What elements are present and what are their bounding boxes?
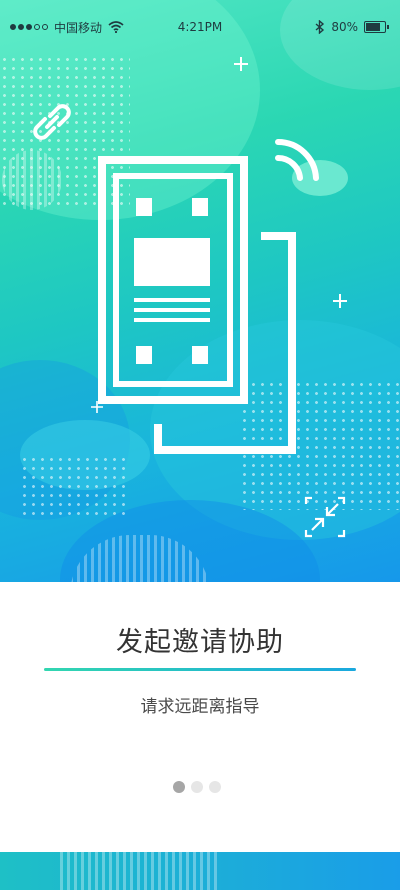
carrier-label: 中国移动 <box>54 20 103 35</box>
dot-pattern <box>20 455 130 515</box>
stripe-pattern <box>60 852 220 890</box>
page-indicator[interactable] <box>173 781 221 793</box>
page-dot[interactable] <box>191 781 203 793</box>
wifi-icon <box>108 21 124 33</box>
footer-strip <box>0 852 400 890</box>
onboarding-subtitle: 请求远距离指导 <box>140 697 260 717</box>
status-bar-right: 80% <box>315 20 389 34</box>
status-bar: 中国移动 4:21PM 80% <box>0 0 400 54</box>
collapse-arrows-icon <box>304 496 346 538</box>
phone-qr-scan-icon <box>98 156 296 454</box>
bluetooth-icon <box>315 20 325 34</box>
page-dot[interactable] <box>209 781 221 793</box>
page-dot-active[interactable] <box>173 781 185 793</box>
signal-dots-icon <box>10 24 48 30</box>
link-icon <box>33 104 71 140</box>
battery-icon <box>364 21 389 33</box>
onboarding-title: 发起邀请协助 <box>116 627 284 658</box>
title-divider <box>44 668 356 671</box>
battery-fill <box>366 23 381 31</box>
plus-icon <box>234 57 248 71</box>
battery-percent: 80% <box>331 20 358 34</box>
plus-icon <box>333 294 347 308</box>
status-bar-left: 中国移动 <box>10 19 124 36</box>
stripe-pattern <box>2 150 62 210</box>
